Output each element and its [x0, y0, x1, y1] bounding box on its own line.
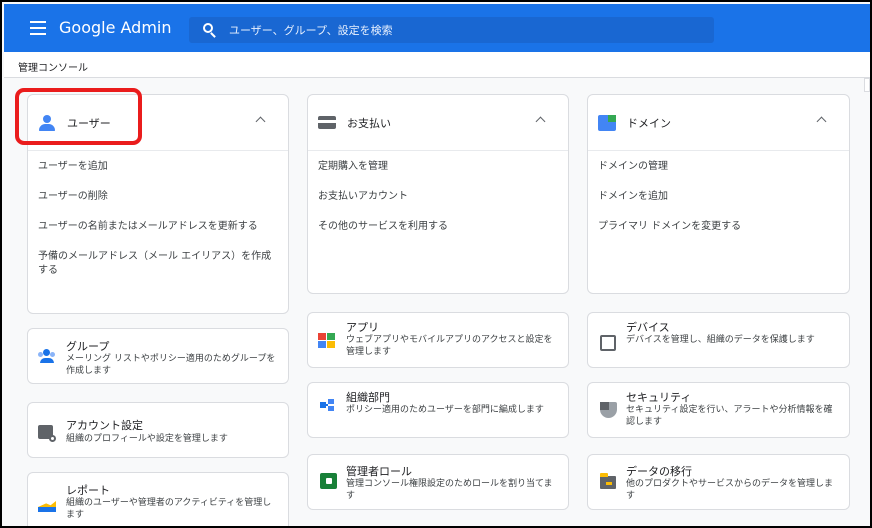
groups-tile[interactable]: グループ メーリング リストやポリシー適用のためグループを作成します [27, 328, 289, 384]
reports-tile[interactable]: レポート 組織のユーザーや管理者のアクティビティを管理します [27, 472, 289, 526]
org-units-title: 組織部門 [346, 391, 390, 404]
reports-title: レポート [66, 484, 110, 497]
billing-card: お支払い 定期購入を管理 お支払いアカウント その他のサービスを利用する [307, 94, 569, 294]
data-migration-tile[interactable]: データの移行 他のプロダクトやサービスからのデータを管理します [587, 454, 850, 510]
domains-card-title[interactable]: ドメイン [627, 115, 671, 131]
link-change-primary-domain[interactable]: プライマリ ドメインを変更する [598, 220, 839, 234]
link-manage-domains[interactable]: ドメインの管理 [598, 160, 839, 174]
data-migration-desc: 他のプロダクトやサービスからのデータを管理します [626, 479, 834, 501]
domains-card-header[interactable]: ドメイン [588, 95, 849, 151]
users-links: ユーザーを追加 ユーザーの削除 ユーザーの名前またはメールアドレスを更新する 予… [38, 160, 278, 294]
admin-console-window: Google Admin 管理コンソール ユーザー ユーザーを追加 ユーザーの削… [0, 0, 872, 528]
domains-links: ドメインの管理 ドメインを追加 プライマリ ドメインを変更する [598, 160, 839, 250]
hamburger-menu-icon[interactable] [30, 21, 46, 35]
org-unit-icon [320, 399, 338, 415]
admin-roles-tile[interactable]: 管理者ロール 管理コンソール権限設定のためロールを割り当てます [307, 454, 569, 510]
account-settings-desc: 組織のプロフィールや設定を管理します [66, 434, 228, 444]
groups-desc: メーリング リストやポリシー適用のためグループを作成します [66, 354, 276, 376]
account-settings-tile[interactable]: アカウント設定 組織のプロフィールや設定を管理します [27, 402, 289, 458]
apps-icon [318, 333, 336, 349]
scrollbar-handle[interactable] [864, 78, 870, 92]
account-settings-title: アカウント設定 [66, 419, 143, 432]
credit-card-icon [318, 116, 336, 129]
data-migration-title: データの移行 [626, 465, 692, 478]
search-input[interactable] [229, 17, 699, 43]
security-title: セキュリティ [626, 391, 692, 404]
groups-title: グループ [66, 340, 110, 353]
shield-icon [600, 402, 617, 418]
billing-card-header[interactable]: お支払い [308, 95, 568, 151]
users-highlight-box [15, 88, 142, 145]
security-tile[interactable]: セキュリティ セキュリティ設定を行い、アラートや分析情報を確認します [587, 382, 850, 438]
chevron-up-icon[interactable] [816, 116, 827, 127]
admin-roles-title: 管理者ロール [346, 465, 412, 478]
breadcrumb[interactable]: 管理コンソール [18, 59, 88, 74]
data-migration-icon [600, 473, 616, 489]
link-add-domain[interactable]: ドメインを追加 [598, 190, 839, 204]
domains-card: ドメイン ドメインの管理 ドメインを追加 プライマリ ドメインを変更する [587, 94, 850, 294]
apps-tile[interactable]: アプリ ウェブアプリやモバイルアプリのアクセスと設定を管理します [307, 312, 569, 368]
report-chart-icon [38, 497, 56, 513]
chevron-up-icon[interactable] [535, 116, 546, 127]
group-icon [38, 347, 56, 363]
top-app-bar: Google Admin [4, 4, 870, 52]
billing-links: 定期購入を管理 お支払いアカウント その他のサービスを利用する [318, 160, 558, 250]
admin-lock-icon [320, 473, 337, 489]
link-email-alias[interactable]: 予備のメールアドレス（メール エイリアス）を作成する [38, 250, 278, 278]
devices-tile[interactable]: デバイス デバイスを管理し、組織のデータを保護します [587, 312, 850, 368]
link-billing-accounts[interactable]: お支払いアカウント [318, 190, 558, 204]
billing-card-title[interactable]: お支払い [347, 115, 391, 131]
devices-title: デバイス [626, 321, 670, 334]
apps-desc: ウェブアプリやモバイルアプリのアクセスと設定を管理します [346, 335, 553, 357]
link-other-services[interactable]: その他のサービスを利用する [318, 220, 558, 234]
link-manage-subscriptions[interactable]: 定期購入を管理 [318, 160, 558, 174]
link-delete-user[interactable]: ユーザーの削除 [38, 190, 278, 204]
devices-desc: デバイスを管理し、組織のデータを保護します [626, 335, 815, 345]
org-units-tile[interactable]: 組織部門 ポリシー適用のためユーザーを部門に編成します [307, 382, 569, 438]
org-units-desc: ポリシー適用のためユーザーを部門に編成します [346, 405, 544, 415]
search-box[interactable] [189, 17, 714, 43]
security-desc: セキュリティ設定を行い、アラートや分析情報を確認します [626, 405, 833, 427]
domain-icon [598, 115, 616, 131]
briefcase-gear-icon [38, 425, 56, 442]
search-icon[interactable] [203, 23, 217, 38]
apps-title: アプリ [346, 321, 379, 334]
app-title[interactable]: Google Admin [59, 18, 172, 37]
admin-roles-desc: 管理コンソール権限設定のためロールを割り当てます [346, 479, 553, 501]
breadcrumb-bar: 管理コンソール [4, 52, 870, 78]
chevron-up-icon[interactable] [255, 116, 266, 127]
reports-desc: 組織のユーザーや管理者のアクティビティを管理します [66, 498, 272, 520]
device-icon [600, 335, 616, 351]
link-rename-user[interactable]: ユーザーの名前またはメールアドレスを更新する [38, 220, 278, 234]
link-add-user[interactable]: ユーザーを追加 [38, 160, 278, 174]
